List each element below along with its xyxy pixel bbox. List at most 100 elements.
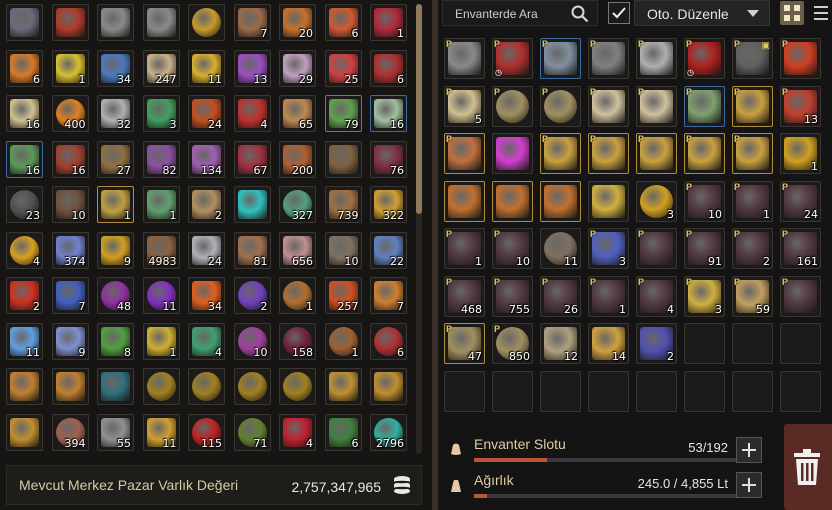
inventory-slot[interactable]: P	[636, 133, 677, 174]
inventory-slot[interactable]: 7	[51, 277, 89, 314]
inventory-slot[interactable]: P3	[588, 228, 629, 269]
inventory-slot[interactable]: 1	[142, 186, 180, 223]
inventory-slot[interactable]: P	[684, 133, 725, 174]
expand-slots-button[interactable]	[736, 437, 762, 463]
inventory-slot[interactable]: P 10	[684, 180, 725, 222]
empty-inventory-slot[interactable]	[780, 370, 821, 412]
inventory-slot[interactable]: P1	[732, 180, 773, 222]
inventory-slot[interactable]: 656	[279, 231, 316, 269]
inventory-slot[interactable]	[324, 368, 362, 405]
inventory-slot[interactable]: 4	[279, 413, 316, 451]
inventory-slot[interactable]: 67	[233, 140, 271, 178]
inventory-slot[interactable]: P	[444, 38, 485, 79]
inventory-slot[interactable]: 2	[636, 323, 677, 364]
search-field[interactable]: Envanterde Ara	[442, 0, 598, 26]
inventory-slot[interactable]: 25	[324, 49, 362, 87]
empty-inventory-slot[interactable]	[492, 370, 533, 412]
auto-arrange-checkbox[interactable]	[608, 2, 630, 24]
inventory-slot[interactable]	[142, 4, 180, 41]
inventory-slot[interactable]	[6, 413, 43, 451]
empty-inventory-slot[interactable]	[636, 370, 677, 412]
inventory-slot[interactable]: 10	[51, 186, 89, 223]
inventory-slot[interactable]: P ◷	[684, 38, 725, 79]
empty-inventory-slot[interactable]	[684, 370, 725, 412]
inventory-slot[interactable]: P	[732, 85, 773, 127]
inventory-slot[interactable]: 6	[324, 413, 362, 451]
inventory-slot[interactable]: 2796	[370, 413, 407, 451]
inventory-slot[interactable]	[492, 133, 533, 174]
inventory-slot[interactable]: P1	[444, 228, 485, 269]
inventory-slot[interactable]: P ▣	[732, 38, 773, 79]
inventory-slot[interactable]: 23	[6, 186, 43, 223]
inventory-slot[interactable]: 1	[370, 4, 407, 41]
left-scrollbar[interactable]	[416, 4, 422, 454]
inventory-slot[interactable]	[6, 4, 43, 41]
inventory-slot[interactable]: 24	[188, 231, 225, 269]
inventory-slot[interactable]: 27	[97, 140, 134, 178]
inventory-slot[interactable]: P 10	[492, 228, 533, 269]
inventory-slot[interactable]: P	[588, 38, 629, 79]
inventory-slot[interactable]: 322	[370, 186, 407, 223]
inventory-slot[interactable]: P	[540, 38, 581, 79]
inventory-slot[interactable]: 6	[370, 49, 407, 87]
empty-inventory-slot[interactable]	[780, 323, 821, 364]
inventory-slot[interactable]	[142, 368, 180, 405]
inventory-slot[interactable]: 65	[279, 95, 316, 132]
inventory-slot[interactable]: 11	[142, 413, 180, 451]
inventory-slot[interactable]: P1	[588, 275, 629, 317]
inventory-slot[interactable]	[444, 180, 485, 222]
inventory-slot[interactable]: P	[732, 133, 773, 174]
inventory-slot[interactable]	[6, 368, 43, 405]
inventory-slot[interactable]: P 850	[492, 323, 533, 364]
inventory-slot[interactable]: P	[588, 133, 629, 174]
inventory-slot[interactable]	[324, 140, 362, 178]
inventory-slot[interactable]	[188, 4, 225, 41]
inventory-slot[interactable]	[588, 180, 629, 222]
inventory-slot[interactable]: P 161	[780, 228, 821, 269]
inventory-slot[interactable]: 7	[370, 277, 407, 314]
inventory-slot[interactable]: 1	[279, 277, 316, 314]
inventory-slot[interactable]: P	[540, 133, 581, 174]
inventory-slot[interactable]: 200	[279, 140, 316, 178]
inventory-slot[interactable]	[51, 4, 89, 41]
inventory-slot[interactable]: 6	[370, 322, 407, 360]
inventory-slot[interactable]: 4	[233, 95, 271, 132]
inventory-slot[interactable]: 3	[142, 95, 180, 132]
inventory-slot[interactable]: 158	[279, 322, 316, 360]
inventory-slot[interactable]: 1	[142, 322, 180, 360]
inventory-slot[interactable]: 16	[51, 140, 89, 178]
inventory-slot[interactable]: 82	[142, 140, 180, 178]
inventory-slot[interactable]: 2	[6, 277, 43, 314]
inventory-slot[interactable]	[233, 186, 271, 223]
inventory-slot[interactable]: 1	[97, 186, 134, 223]
auto-arrange-dropdown[interactable]: Oto. Düzenle	[634, 0, 770, 26]
inventory-slot[interactable]: P	[444, 133, 485, 174]
empty-inventory-slot[interactable]	[444, 370, 485, 412]
list-view-button[interactable]	[810, 1, 832, 25]
empty-inventory-slot[interactable]	[684, 323, 725, 364]
inventory-slot[interactable]: 134	[188, 140, 225, 178]
inventory-slot[interactable]: 20	[279, 4, 316, 41]
inventory-slot[interactable]: 10	[233, 322, 271, 360]
inventory-slot[interactable]: 10	[324, 231, 362, 269]
inventory-slot[interactable]: 76	[370, 140, 407, 178]
inventory-slot[interactable]	[97, 4, 134, 41]
inventory-slot[interactable]: P 755	[492, 275, 533, 317]
inventory-slot[interactable]: 22	[370, 231, 407, 269]
inventory-slot[interactable]: P 24	[780, 180, 821, 222]
inventory-slot[interactable]: 2	[188, 186, 225, 223]
inventory-slot[interactable]: 11	[6, 322, 43, 360]
inventory-slot[interactable]	[233, 368, 271, 405]
inventory-slot[interactable]: 24	[188, 95, 225, 132]
inventory-slot[interactable]: 400	[51, 95, 89, 132]
inventory-slot[interactable]: 13	[233, 49, 271, 87]
inventory-slot[interactable]: 9	[97, 231, 134, 269]
inventory-slot[interactable]: 16	[6, 95, 43, 132]
inventory-slot[interactable]: P ◷	[492, 38, 533, 79]
inventory-slot[interactable]: P 59	[732, 275, 773, 317]
inventory-slot[interactable]: 29	[279, 49, 316, 87]
inventory-slot[interactable]: P	[588, 85, 629, 127]
inventory-slot[interactable]: P	[636, 38, 677, 79]
inventory-slot[interactable]	[51, 368, 89, 405]
inventory-slot[interactable]	[492, 180, 533, 222]
